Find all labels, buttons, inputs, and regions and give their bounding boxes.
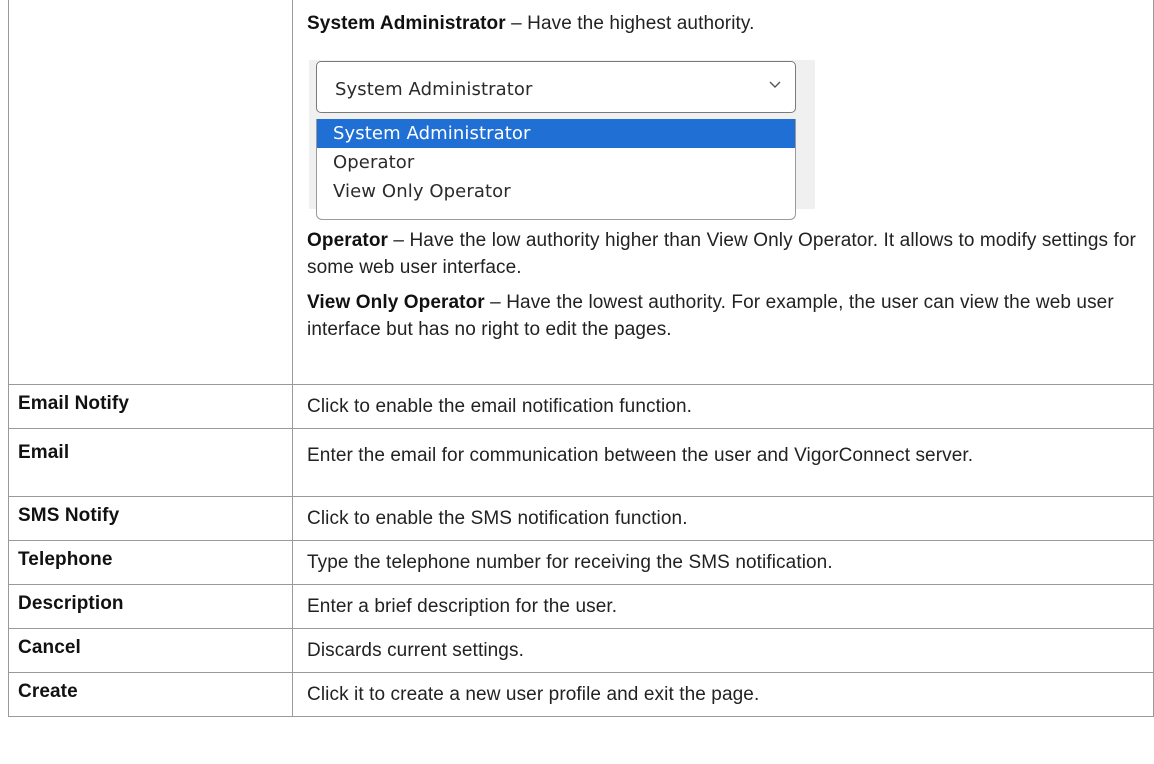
viewonly-paragraph: View Only Operator – Have the lowest aut…: [307, 289, 1143, 343]
row-label: Create: [8, 672, 293, 717]
operator-role-name: Operator: [307, 230, 389, 251]
table-row: Cancel Discards current settings.: [8, 628, 1154, 673]
role-desc-cell: System Administrator – Have the highest …: [292, 0, 1154, 385]
row-label: Telephone: [8, 540, 293, 585]
table-row: Email Notify Click to enable the email n…: [8, 384, 1154, 429]
row-desc: Click to enable the email notification f…: [292, 384, 1154, 429]
role-select-screenshot: System Administrator System Administrato…: [309, 60, 815, 220]
row-label: SMS Notify: [8, 496, 293, 541]
row-label: Description: [8, 584, 293, 629]
table-row: SMS Notify Click to enable the SMS notif…: [8, 496, 1154, 541]
option-system-administrator[interactable]: System Administrator: [317, 119, 795, 148]
row-desc: Enter the email for communication betwee…: [292, 428, 1154, 497]
sysadmin-role-name: System Administrator: [307, 13, 506, 34]
operator-paragraph: Operator – Have the low authority higher…: [307, 227, 1143, 281]
row-desc: Click to enable the SMS notification fun…: [292, 496, 1154, 541]
sysadmin-role-desc: – Have the highest authority.: [505, 13, 755, 34]
row-label: Cancel: [8, 628, 293, 673]
row-label: Email Notify: [8, 384, 293, 429]
operator-role-desc: – Have the low authority higher than Vie…: [307, 230, 1136, 278]
row-desc: Enter a brief description for the user.: [292, 584, 1154, 629]
role-select[interactable]: System Administrator: [316, 61, 796, 113]
row-desc: Click it to create a new user profile an…: [292, 672, 1154, 717]
option-view-only-operator[interactable]: View Only Operator: [317, 177, 795, 206]
row-desc: Discards current settings.: [292, 628, 1154, 673]
table-row: Create Click it to create a new user pro…: [8, 672, 1154, 717]
sysadmin-paragraph: System Administrator – Have the highest …: [307, 10, 1143, 37]
table-row: Email Enter the email for communication …: [8, 428, 1154, 497]
settings-table: System Administrator – Have the highest …: [8, 0, 1154, 717]
role-option-list: System Administrator Operator View Only …: [316, 119, 796, 220]
role-select-value: System Administrator: [335, 79, 533, 100]
row-desc: Type the telephone number for receiving …: [292, 540, 1154, 585]
table-row: Description Enter a brief description fo…: [8, 584, 1154, 629]
role-label-cell: [8, 0, 293, 385]
chevron-down-icon: [769, 81, 781, 88]
viewonly-role-name: View Only Operator: [307, 292, 485, 313]
table-row: Telephone Type the telephone number for …: [8, 540, 1154, 585]
row-label: Email: [8, 428, 293, 497]
role-row: System Administrator – Have the highest …: [8, 0, 1154, 385]
option-operator[interactable]: Operator: [317, 148, 795, 177]
